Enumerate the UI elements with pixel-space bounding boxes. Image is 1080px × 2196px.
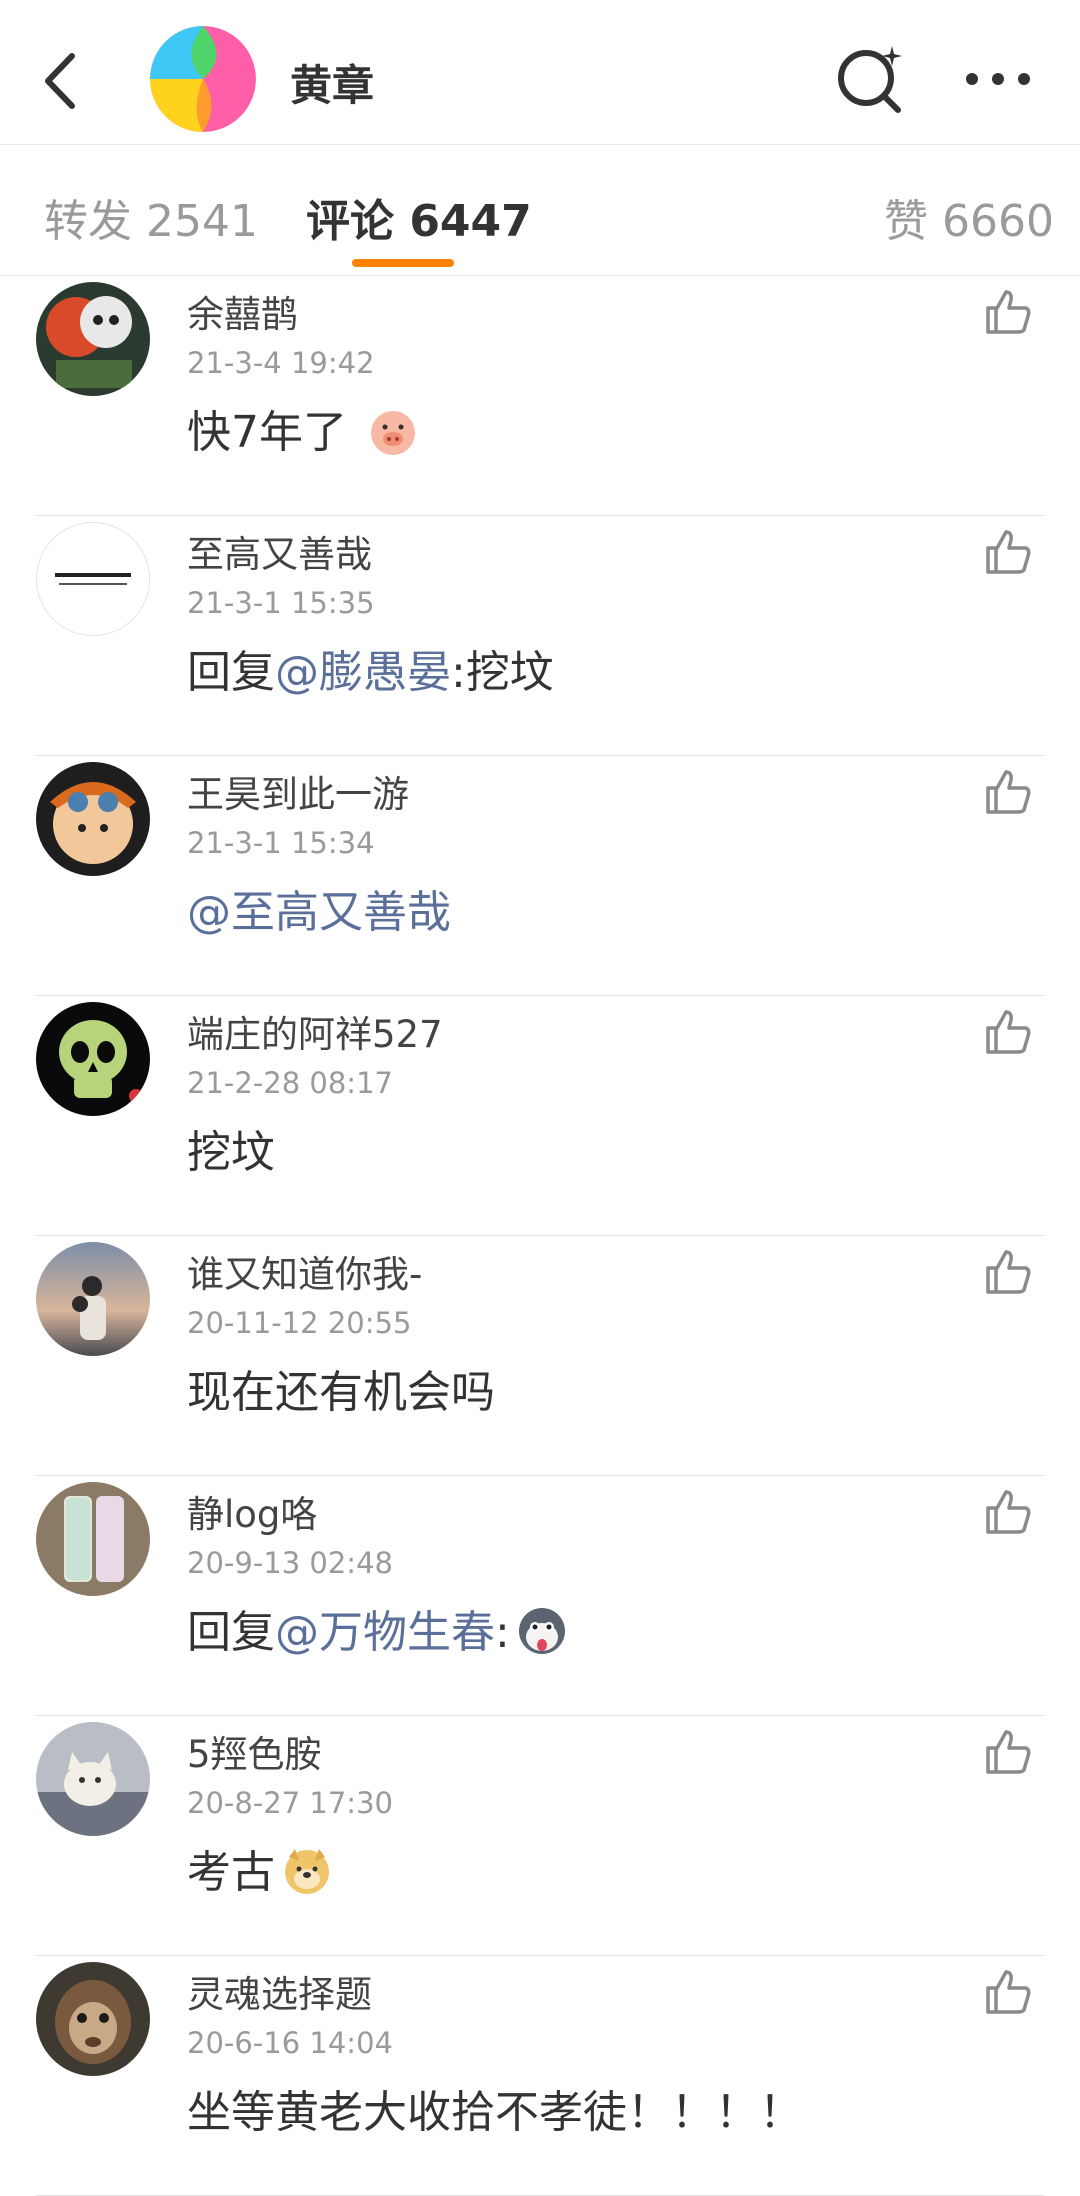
- like-icon[interactable]: [982, 1246, 1034, 1298]
- top-bar: 黄章: [0, 0, 1080, 145]
- active-tab-indicator: [352, 259, 454, 267]
- like-icon[interactable]: [982, 526, 1034, 578]
- like-icon[interactable]: [982, 1966, 1034, 2018]
- comment-author[interactable]: 5羥色胺: [187, 1724, 322, 1778]
- mention-link[interactable]: @膨愚晏: [275, 647, 451, 698]
- like-icon[interactable]: [982, 286, 1034, 338]
- tab-reposts[interactable]: 转发 2541: [44, 185, 258, 249]
- comment-time: 20-6-16 14:04: [187, 2026, 393, 2060]
- comment-item[interactable]: 灵魂选择题 20-6-16 14:04 坐等黄老大收拾不孝徒！！！！: [0, 1956, 1080, 2196]
- like-icon[interactable]: [982, 1486, 1034, 1538]
- comment-text: 考古: [187, 1836, 333, 1901]
- tab-likes[interactable]: 赞 6660: [884, 185, 1054, 249]
- comment-text: 坐等黄老大收拾不孝徒！！！！: [187, 2087, 803, 2138]
- pig-emoji-icon: [371, 411, 415, 455]
- like-icon[interactable]: [982, 1726, 1034, 1778]
- comment-time: 21-3-4 19:42: [187, 346, 375, 380]
- comment-time: 20-9-13 02:48: [187, 1546, 393, 1580]
- comment-time: 20-8-27 17:30: [187, 1786, 393, 1820]
- comment-text: 回复@万物生春:: [187, 1596, 568, 1661]
- avatar[interactable]: [36, 762, 150, 876]
- doge-emoji-icon: [285, 1849, 329, 1894]
- like-icon[interactable]: [982, 766, 1034, 818]
- comment-time: 20-11-12 20:55: [187, 1306, 412, 1340]
- avatar[interactable]: [36, 1002, 150, 1116]
- back-arrow-icon[interactable]: [34, 44, 94, 118]
- comment-time: 21-3-1 15:34: [187, 826, 375, 860]
- comment-text: @至高又善哉: [187, 876, 451, 940]
- comment-item[interactable]: 余囍鹊 21-3-4 19:42 快7年了: [0, 276, 1080, 516]
- comment-author[interactable]: 至高又善哉: [187, 524, 372, 578]
- more-icon[interactable]: [962, 60, 1034, 98]
- like-icon[interactable]: [982, 1006, 1034, 1058]
- comment-author[interactable]: 谁又知道你我-: [187, 1244, 422, 1298]
- comment-time: 21-3-1 15:35: [187, 586, 375, 620]
- avatar[interactable]: [36, 522, 150, 636]
- comment-text: 回复@膨愚晏:挖坟: [187, 647, 554, 698]
- avatar[interactable]: [36, 1482, 150, 1596]
- avatar[interactable]: [36, 1962, 150, 2076]
- mention-link[interactable]: @万物生春: [275, 1607, 495, 1658]
- comment-author[interactable]: 静log咯: [187, 1484, 317, 1538]
- husky-emoji-icon: [518, 1608, 565, 1654]
- comment-item[interactable]: 王昊到此一游 21-3-1 15:34 @至高又善哉: [0, 756, 1080, 996]
- comment-item[interactable]: 5羥色胺 20-8-27 17:30 考古: [0, 1716, 1080, 1956]
- tab-comments[interactable]: 评论 6447: [306, 185, 532, 249]
- comment-item[interactable]: 谁又知道你我- 20-11-12 20:55 现在还有机会吗: [0, 1236, 1080, 1476]
- search-icon[interactable]: [832, 42, 908, 118]
- comment-time: 21-2-28 08:17: [187, 1066, 393, 1100]
- comment-text: 现在还有机会吗: [187, 1367, 495, 1418]
- mention-link[interactable]: @至高又善哉: [187, 887, 451, 938]
- comment-text: 挖坟: [187, 1127, 275, 1178]
- avatar[interactable]: [36, 1242, 150, 1356]
- page-title: 黄章: [290, 61, 375, 110]
- comment-author[interactable]: 灵魂选择题: [187, 1964, 372, 2018]
- avatar[interactable]: [36, 282, 150, 396]
- comment-text: 快7年了: [187, 396, 419, 461]
- comment-author[interactable]: 端庄的阿祥527: [187, 1004, 443, 1058]
- comment-item[interactable]: 端庄的阿祥527 21-2-28 08:17 挖坟: [0, 996, 1080, 1236]
- avatar[interactable]: [36, 1722, 150, 1836]
- tab-bar: 转发 2541 评论 6447 赞 6660: [0, 145, 1080, 276]
- comment-author[interactable]: 余囍鹊: [187, 284, 298, 338]
- profile-avatar[interactable]: [150, 26, 256, 132]
- comment-item[interactable]: 至高又善哉 21-3-1 15:35 回复@膨愚晏:挖坟: [0, 516, 1080, 756]
- comment-item[interactable]: 静log咯 20-9-13 02:48 回复@万物生春:: [0, 1476, 1080, 1716]
- comment-author[interactable]: 王昊到此一游: [187, 764, 409, 818]
